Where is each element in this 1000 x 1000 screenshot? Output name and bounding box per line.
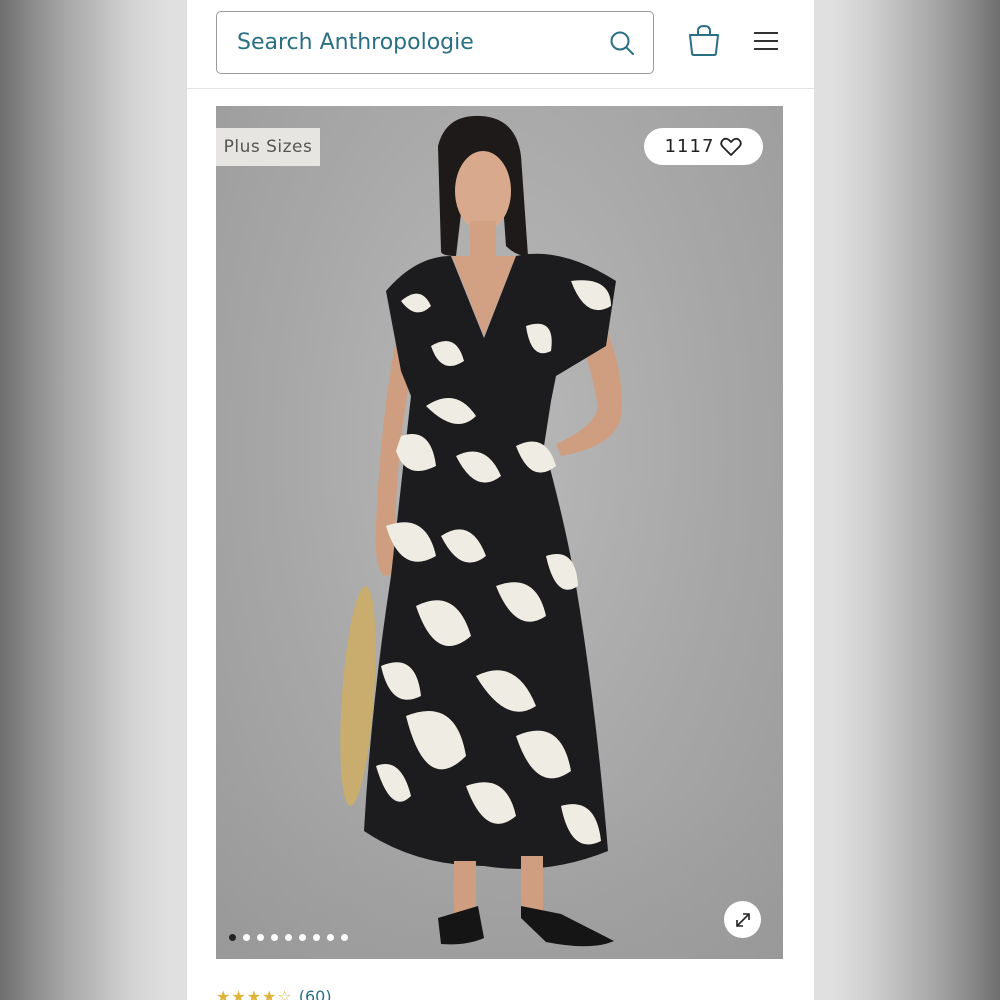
carousel-dot[interactable]	[313, 934, 320, 941]
review-count-link[interactable]: (60)	[299, 987, 332, 1000]
carousel-dot[interactable]	[271, 934, 278, 941]
model-photo	[340, 115, 622, 947]
carousel-dot[interactable]	[257, 934, 264, 941]
search-icon[interactable]	[609, 30, 635, 56]
expand-image-button[interactable]	[724, 901, 761, 938]
rating-row[interactable]: ★★★★☆ (60)	[216, 986, 332, 1000]
site-header	[187, 0, 814, 89]
star-rating: ★★★★☆	[216, 986, 293, 1000]
carousel-dot[interactable]	[327, 934, 334, 941]
product-image[interactable]	[216, 106, 783, 959]
carousel-dot[interactable]	[341, 934, 348, 941]
carousel-dot[interactable]	[229, 934, 236, 941]
shopping-bag-icon[interactable]	[687, 24, 721, 56]
favorites-count: 1117	[664, 136, 715, 157]
carousel-dot[interactable]	[243, 934, 250, 941]
expand-icon	[735, 912, 750, 927]
search-input[interactable]	[237, 12, 597, 72]
carousel-dot[interactable]	[285, 934, 292, 941]
search-box[interactable]	[216, 11, 654, 74]
phone-screen: Plus Sizes 1117 ★★★★☆ (60)	[187, 0, 814, 1000]
favorite-button[interactable]: 1117	[644, 128, 763, 165]
plus-sizes-badge: Plus Sizes	[216, 128, 320, 166]
carousel-dot[interactable]	[299, 934, 306, 941]
carousel-dots	[229, 934, 348, 941]
heart-icon	[720, 137, 743, 156]
hamburger-menu-icon[interactable]	[753, 30, 779, 52]
